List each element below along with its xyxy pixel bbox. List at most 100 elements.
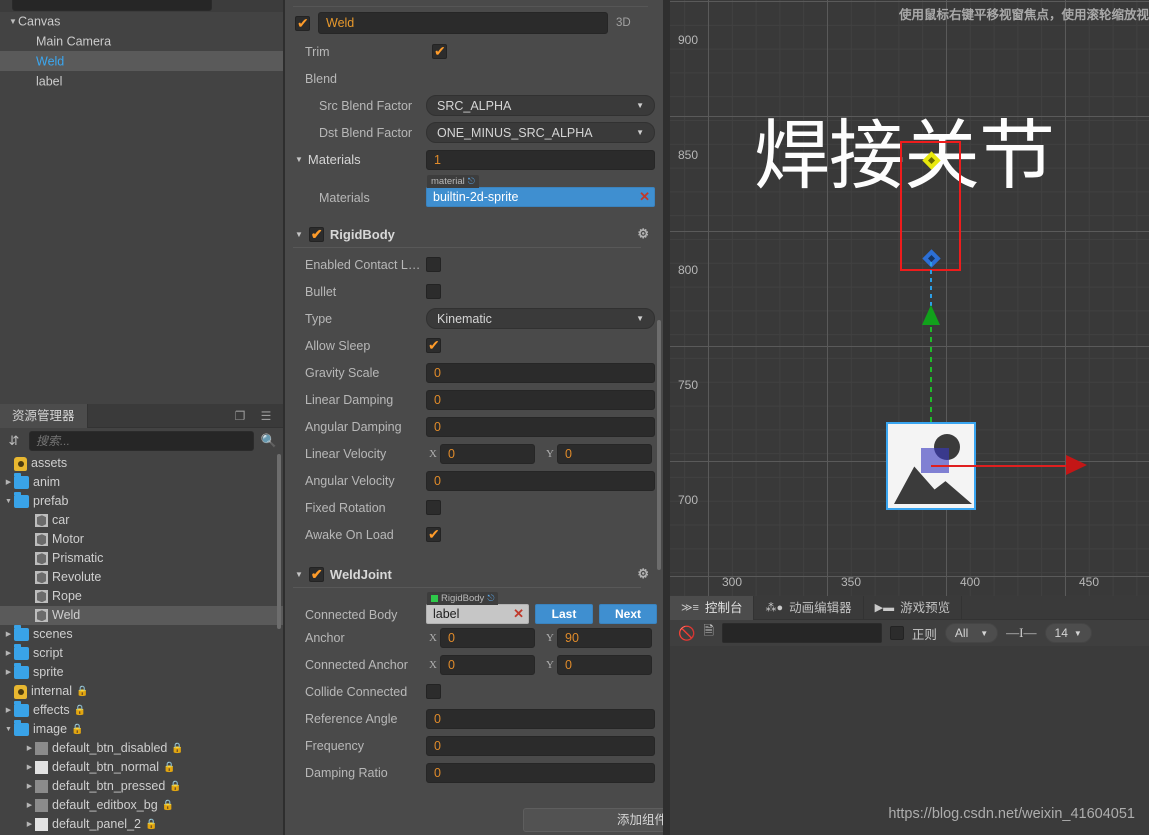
property-checkbox[interactable] [426, 684, 441, 699]
chevron-right-icon[interactable]: ▶ [24, 758, 35, 777]
property-x-field[interactable]: 0 [440, 654, 535, 675]
asset-tree-item[interactable]: Prismatic [0, 549, 283, 568]
console-tab[interactable]: ⁂● 动画编辑器 [754, 596, 864, 620]
property-y-field[interactable]: 90 [557, 627, 652, 648]
console-filter-input[interactable] [721, 623, 882, 643]
chevron-right-icon[interactable]: ▶ [3, 644, 14, 663]
hierarchy-search-input[interactable] [12, 0, 212, 11]
property-number-field[interactable]: 0 [426, 389, 655, 410]
asset-tree-item[interactable]: ▶ scenes [0, 625, 283, 644]
move-gizmo-y-axis-arrow[interactable] [922, 305, 940, 325]
chevron-down-icon[interactable]: ▼ [295, 570, 303, 579]
property-number-field[interactable]: 0 [426, 708, 655, 729]
chevron-right-icon[interactable]: ▶ [24, 815, 35, 833]
property-checkbox[interactable] [426, 284, 441, 299]
asset-tree-item[interactable]: ▶ default_editbox_bg 🔒 [0, 796, 283, 815]
asset-tree-item[interactable]: ▶ default_btn_disabled 🔒 [0, 739, 283, 758]
add-component-button[interactable]: 添加组件 [523, 808, 663, 832]
property-number-field[interactable]: 0 [426, 735, 655, 756]
asset-tree-item[interactable]: internal 🔒 [0, 682, 283, 701]
asset-tree-item[interactable]: ▶ default_btn_pressed 🔒 [0, 777, 283, 796]
hierarchy-item-weld[interactable]: Weld [0, 51, 283, 71]
chevron-right-icon[interactable]: ▶ [3, 473, 14, 492]
rigidbody-enabled-checkbox[interactable] [308, 225, 324, 243]
sort-icon[interactable]: ⇵ [5, 432, 23, 450]
clear-connected-body-button[interactable]: ✕ [513, 606, 524, 622]
chevron-right-icon[interactable]: ▶ [24, 796, 35, 815]
property-y-field[interactable]: 0 [557, 443, 652, 464]
move-gizmo-x-axis-line[interactable] [931, 465, 1069, 467]
assets-search-input[interactable] [29, 431, 254, 451]
gear-icon[interactable]: ⚙ [637, 226, 649, 242]
dst-blend-dropdown[interactable]: ONE_MINUS_SRC_ALPHA ▼ [426, 122, 655, 143]
move-gizmo-x-axis-arrow[interactable] [1066, 455, 1087, 475]
asset-tree-item[interactable]: assets [0, 454, 283, 473]
property-number-field[interactable]: 0 [426, 470, 655, 491]
asset-tree-item[interactable]: ▶ default_panel_2 🔒 [0, 815, 283, 833]
chevron-down-icon[interactable]: ▼ [3, 492, 14, 511]
property-y-field[interactable]: 0 [557, 654, 652, 675]
chevron-down-icon[interactable]: ▼ [8, 12, 18, 32]
asset-tree-item[interactable]: Motor [0, 530, 283, 549]
property-checkbox[interactable] [426, 525, 441, 543]
asset-tree-item[interactable]: ▶ default_btn_normal 🔒 [0, 758, 283, 777]
chevron-down-icon[interactable]: ▼ [295, 155, 303, 164]
asset-tree-item[interactable]: Revolute [0, 568, 283, 587]
clear-material-button[interactable]: ✕ [639, 189, 650, 205]
font-size-dropdown[interactable]: 14 ▼ [1044, 623, 1092, 643]
rigidbody-section-header[interactable]: ▼ RigidBody ⚙ [285, 221, 663, 247]
node-name-field[interactable]: Weld [318, 12, 608, 34]
hierarchy-item-main-camera[interactable]: Main Camera [0, 31, 283, 51]
move-gizmo-plane-handle[interactable] [921, 448, 949, 473]
material-asset-field[interactable]: material ⎋ builtin-2d-sprite ✕ [426, 175, 655, 207]
materials-count-field[interactable]: 1 [426, 149, 655, 170]
chevron-right-icon[interactable]: ▶ [24, 777, 35, 796]
node-enabled-checkbox[interactable] [295, 14, 310, 32]
chevron-right-icon[interactable]: ▶ [3, 625, 14, 644]
chevron-right-icon[interactable]: ▶ [3, 701, 14, 720]
property-dropdown[interactable]: Kinematic ▼ [426, 308, 655, 329]
connected-body-field[interactable]: RigidBody ⎋ label ✕ [426, 592, 529, 624]
weldjoint-section-header[interactable]: ▼ WeldJoint ⚙ [285, 561, 663, 587]
chevron-down-icon[interactable]: ▼ [295, 230, 303, 239]
file-icon[interactable]: 🗎 [703, 622, 713, 644]
gear-icon[interactable]: ⚙ [637, 566, 649, 582]
next-button[interactable]: Next [599, 604, 657, 624]
asset-tree-item[interactable]: ▼ prefab [0, 492, 283, 511]
hierarchy-item-canvas[interactable]: ▼Canvas [0, 11, 283, 31]
clear-icon[interactable]: 🚫 [678, 625, 695, 642]
hamburger-icon[interactable]: ☰ [259, 409, 273, 423]
asset-tree-item[interactable]: ▶ anim [0, 473, 283, 492]
property-x-field[interactable]: 0 [440, 627, 535, 648]
log-level-dropdown[interactable]: All ▼ [944, 623, 999, 643]
chevron-right-icon[interactable]: ▶ [3, 663, 14, 682]
assets-scrollbar[interactable] [277, 454, 281, 629]
property-x-field[interactable]: 0 [440, 443, 535, 464]
console-tab[interactable]: ▶▬ 游戏预览 [864, 596, 963, 620]
property-checkbox[interactable] [426, 257, 441, 272]
asset-tree-item[interactable]: Weld [0, 606, 283, 625]
tab-assets[interactable]: 资源管理器 [0, 404, 88, 428]
property-number-field[interactable]: 0 [426, 416, 655, 437]
search-icon[interactable]: 🔍 [260, 432, 278, 450]
console-tab[interactable]: ≫≡ 控制台 [670, 596, 755, 620]
asset-tree-item[interactable]: car [0, 511, 283, 530]
asset-tree-item[interactable]: ▶ script [0, 644, 283, 663]
external-link-icon[interactable]: ⎋ [487, 592, 494, 605]
last-button[interactable]: Last [535, 604, 593, 624]
property-number-field[interactable]: 0 [426, 762, 655, 783]
trim-checkbox[interactable] [432, 42, 447, 60]
hierarchy-item-label[interactable]: label [0, 71, 283, 91]
asset-tree-item[interactable]: Rope [0, 587, 283, 606]
chevron-down-icon[interactable]: ▼ [3, 720, 14, 739]
asset-tree-item[interactable]: ▶ sprite [0, 663, 283, 682]
src-blend-dropdown[interactable]: SRC_ALPHA ▼ [426, 95, 655, 116]
property-checkbox[interactable] [426, 336, 441, 354]
external-link-icon[interactable]: ⎋ [468, 175, 475, 188]
asset-tree-item[interactable]: ▶ effects 🔒 [0, 701, 283, 720]
copy-icon[interactable]: ❐ [233, 409, 247, 423]
property-checkbox[interactable] [426, 500, 441, 515]
property-number-field[interactable]: 0 [426, 362, 655, 383]
asset-tree-item[interactable]: ▼ image 🔒 [0, 720, 283, 739]
chevron-right-icon[interactable]: ▶ [24, 739, 35, 758]
